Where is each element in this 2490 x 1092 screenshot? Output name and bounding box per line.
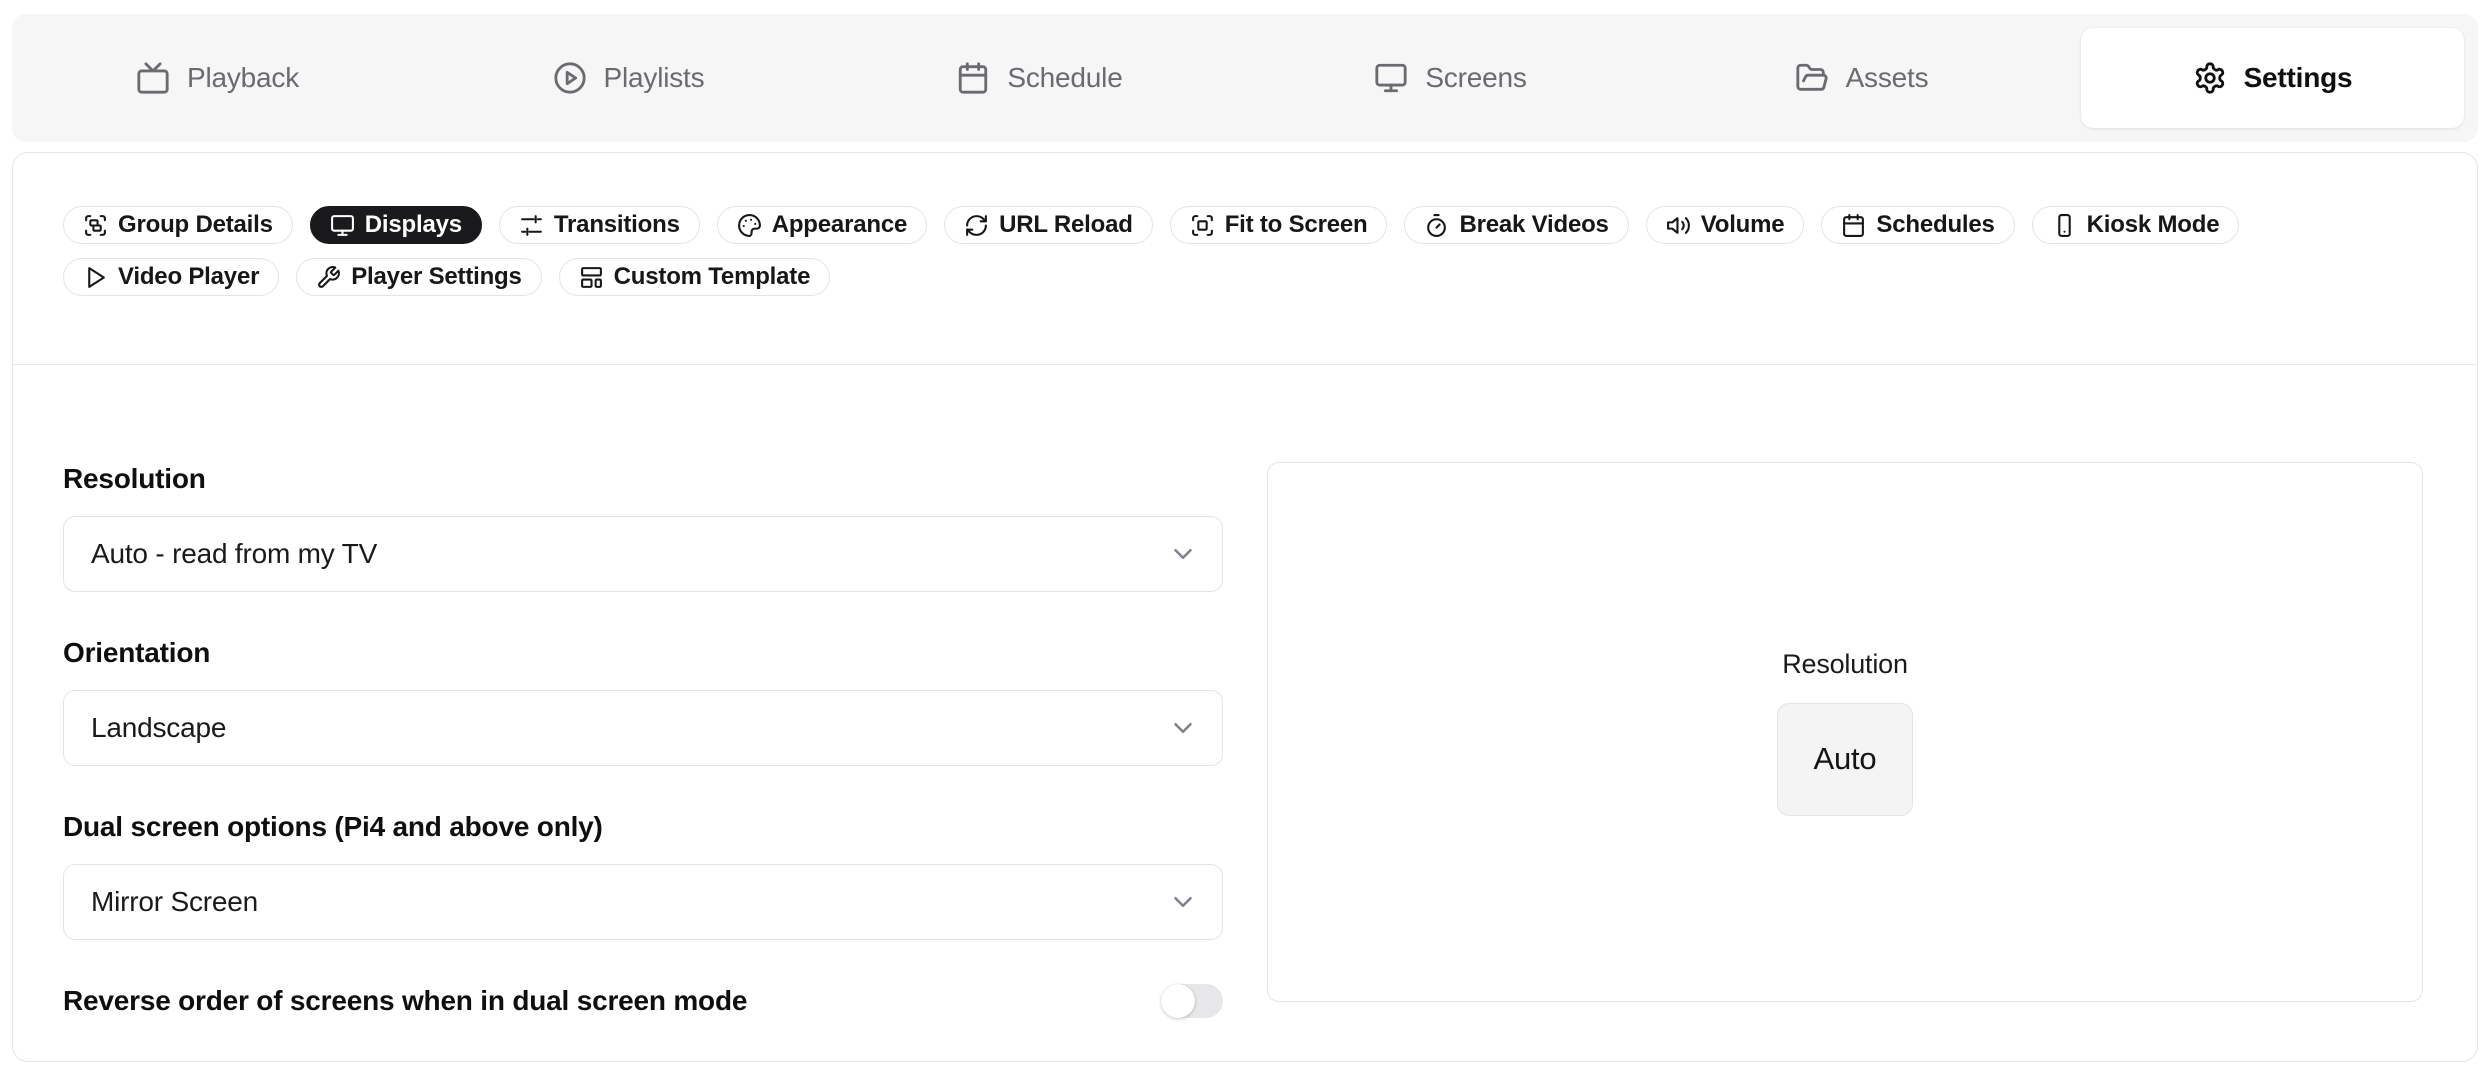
chip-label: Displays (365, 211, 462, 239)
folder-open-icon (1795, 61, 1829, 95)
field-label: Orientation (63, 636, 1223, 670)
nav-item-label: Screens (1425, 62, 1526, 94)
tv-icon (136, 61, 170, 95)
form-field-resolution: Resolution Auto - read from my TV (63, 462, 1223, 592)
chip-video-player[interactable]: Video Player (63, 258, 279, 296)
preview-resolution-value: Auto (1777, 703, 1913, 816)
chip-label: Video Player (118, 263, 259, 291)
chip-url-reload[interactable]: URL Reload (944, 206, 1153, 244)
settings-tabs: Group Details Displays Transitions Appea… (13, 153, 2477, 296)
chip-appearance[interactable]: Appearance (717, 206, 927, 244)
smartphone-icon (2052, 213, 2077, 238)
select-dropdown[interactable]: Landscape (63, 690, 1223, 766)
chip-player-settings[interactable]: Player Settings (296, 258, 541, 296)
nav-item-settings[interactable]: Settings (2081, 28, 2464, 128)
form-field-dual-screen-options-pi4-and-above-only: Dual screen options (Pi4 and above only)… (63, 810, 1223, 940)
monitor-icon (1374, 61, 1408, 95)
chip-label: URL Reload (999, 211, 1133, 239)
preview-resolution-label: Resolution (1782, 649, 1908, 680)
group-icon (83, 213, 108, 238)
chip-row-1: Group Details Displays Transitions Appea… (63, 206, 2427, 244)
reverse-order-row: Reverse order of screens when in dual sc… (63, 984, 1223, 1018)
field-label: Dual screen options (Pi4 and above only) (63, 810, 1223, 844)
refresh-icon (964, 213, 989, 238)
field-label: Resolution (63, 462, 1223, 496)
nav-item-schedule[interactable]: Schedule (848, 28, 1231, 128)
nav-item-label: Playback (187, 62, 299, 94)
select-value: Auto - read from my TV (91, 538, 377, 570)
chip-volume[interactable]: Volume (1646, 206, 1805, 244)
play-circle-icon (553, 61, 587, 95)
nav-item-screens[interactable]: Screens (1259, 28, 1642, 128)
palette-icon (737, 213, 762, 238)
displays-settings-panel: Resolution Auto - read from my TV Orient… (13, 365, 2477, 1018)
nav-item-label: Playlists (604, 62, 705, 94)
nav-item-label: Assets (1846, 62, 1929, 94)
chip-label: Break Videos (1459, 211, 1608, 239)
chevron-down-icon (1168, 539, 1198, 569)
chip-break-videos[interactable]: Break Videos (1404, 206, 1628, 244)
screen-preview-panel: Resolution Auto (1267, 462, 2423, 1002)
wrench-icon (316, 265, 341, 290)
volume-icon (1666, 213, 1691, 238)
chip-displays[interactable]: Displays (310, 206, 482, 244)
chip-label: Volume (1701, 211, 1785, 239)
select-dropdown[interactable]: Mirror Screen (63, 864, 1223, 940)
chip-label: Custom Template (614, 263, 811, 291)
chip-label: Kiosk Mode (2087, 211, 2220, 239)
reverse-order-toggle[interactable] (1161, 984, 1223, 1018)
chip-label: Fit to Screen (1225, 211, 1368, 239)
chip-transitions[interactable]: Transitions (499, 206, 700, 244)
nav-item-label: Schedule (1007, 62, 1122, 94)
chip-label: Transitions (554, 211, 680, 239)
nav-item-playlists[interactable]: Playlists (437, 28, 820, 128)
monitor-icon (330, 213, 355, 238)
settings-card: Group Details Displays Transitions Appea… (12, 152, 2478, 1062)
chip-group-details[interactable]: Group Details (63, 206, 293, 244)
chip-label: Group Details (118, 211, 273, 239)
chip-label: Schedules (1876, 211, 1994, 239)
nav-item-playback[interactable]: Playback (26, 28, 409, 128)
form-field-orientation: Orientation Landscape (63, 636, 1223, 766)
toggle-label: Reverse order of screens when in dual sc… (63, 984, 747, 1018)
top-nav: Playback Playlists Schedule Screens Asse… (12, 14, 2478, 142)
layout-template-icon (579, 265, 604, 290)
chip-label: Player Settings (351, 263, 521, 291)
timer-icon (1424, 213, 1449, 238)
select-dropdown[interactable]: Auto - read from my TV (63, 516, 1223, 592)
calendar-icon (956, 61, 990, 95)
display-form: Resolution Auto - read from my TV Orient… (63, 462, 1223, 1018)
toggle-knob (1161, 984, 1195, 1018)
nav-item-label: Settings (2244, 62, 2353, 94)
gear-icon (2193, 61, 2227, 95)
nav-item-assets[interactable]: Assets (1670, 28, 2053, 128)
select-value: Landscape (91, 712, 226, 744)
chip-custom-template[interactable]: Custom Template (559, 258, 831, 296)
select-value: Mirror Screen (91, 886, 258, 918)
chip-fit-to-screen[interactable]: Fit to Screen (1170, 206, 1388, 244)
chip-schedules[interactable]: Schedules (1821, 206, 2014, 244)
calendar-icon (1841, 213, 1866, 238)
fit-screen-icon (1190, 213, 1215, 238)
chevron-down-icon (1168, 713, 1198, 743)
chip-label: Appearance (772, 211, 907, 239)
sliders-icon (519, 213, 544, 238)
chip-kiosk-mode[interactable]: Kiosk Mode (2032, 206, 2240, 244)
chevron-down-icon (1168, 887, 1198, 917)
play-icon (83, 265, 108, 290)
chip-row-2: Video Player Player Settings Custom Temp… (63, 258, 2427, 296)
